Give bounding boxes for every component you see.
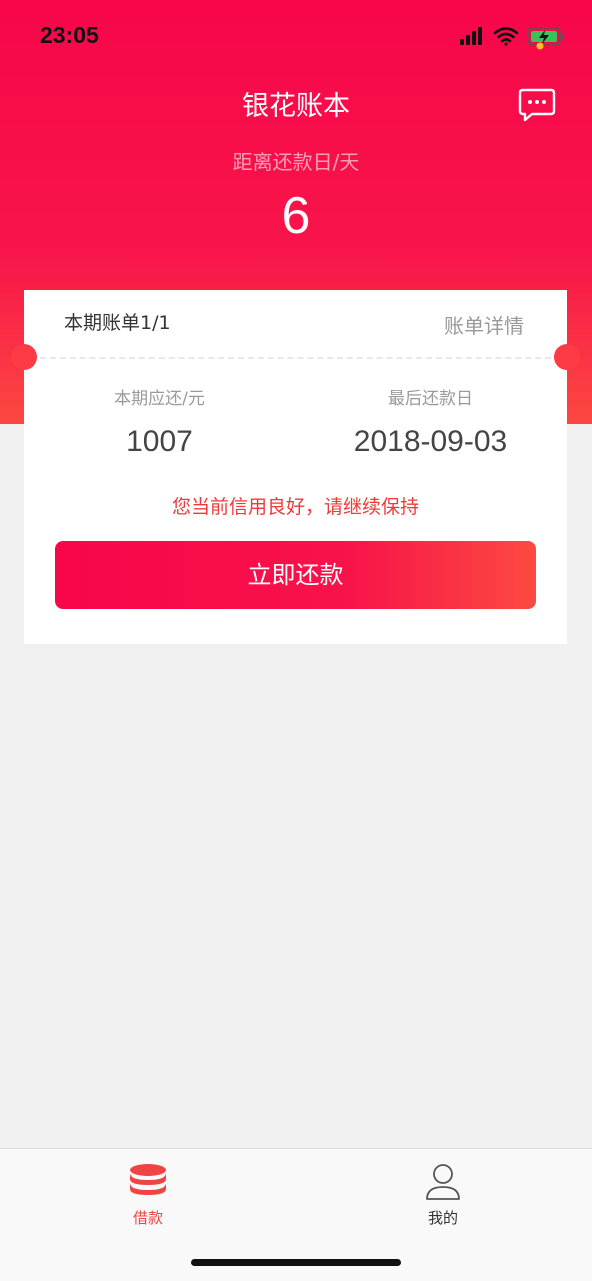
amount-due-value: 1007 <box>126 425 193 458</box>
amount-due-label: 本期应还/元 <box>114 389 205 409</box>
coins-stack-icon <box>130 1164 166 1195</box>
countdown-value: 6 <box>281 187 311 245</box>
status-bar: 23:05 <box>0 0 592 70</box>
amount-due-column: 本期应还/元 1007 <box>24 384 295 459</box>
tab-mine-label: 我的 <box>427 1209 458 1227</box>
wifi-icon <box>493 27 519 46</box>
due-date-value: 2018-09-03 <box>353 425 508 458</box>
battery-charging-icon <box>527 27 564 50</box>
bill-period-label: 本期账单1/1 <box>64 312 171 334</box>
credit-status-message: 您当前信用良好，请继续保持 <box>171 496 419 518</box>
status-icons <box>460 27 564 50</box>
card-notch-left <box>11 344 37 370</box>
repay-now-button[interactable]: 立即还款 <box>55 541 536 609</box>
due-date-column: 最后还款日 2018-09-03 <box>295 384 566 459</box>
status-time: 23:05 <box>40 22 99 48</box>
cellular-signal-icon <box>460 27 482 45</box>
chat-bubble-icon[interactable] <box>518 88 556 122</box>
tab-loan-label: 借款 <box>132 1209 163 1227</box>
tab-loan[interactable]: 借款 <box>98 1163 198 1228</box>
tab-mine[interactable]: 我的 <box>393 1163 493 1228</box>
app-title: 银花账本 <box>242 91 350 122</box>
card-divider <box>40 357 551 359</box>
bill-card: 本期账单1/1 账单详情 本期应还/元 1007 最后还款日 2018-09-0… <box>11 290 580 644</box>
countdown-label: 距离还款日/天 <box>232 150 360 174</box>
card-notch-right <box>554 344 580 370</box>
home-indicator <box>191 1259 401 1266</box>
due-date-label: 最后还款日 <box>388 389 473 409</box>
bill-detail-link[interactable]: 账单详情 <box>444 310 524 339</box>
user-icon <box>426 1164 460 1200</box>
